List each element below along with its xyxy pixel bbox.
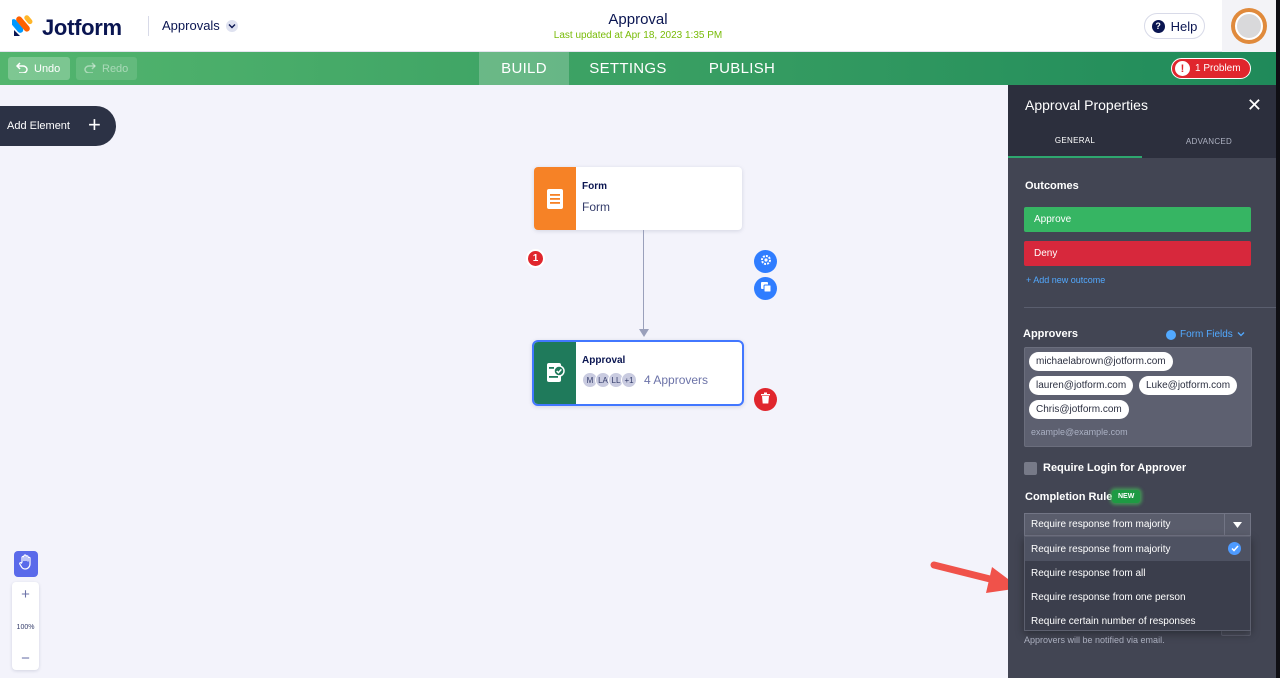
undo-icon: [15, 61, 28, 76]
undo-label: Undo: [34, 62, 61, 75]
builder-toolbar: Undo Redo BUILD SETTINGS PUBLISH ! 1 Pro…: [0, 52, 1276, 85]
form-node-subtitle: Form: [582, 200, 610, 214]
tab-advanced[interactable]: ADVANCED: [1142, 125, 1276, 158]
approver-placeholder: example@example.com: [1031, 427, 1128, 437]
connector-arrowhead: [639, 329, 649, 337]
new-badge: NEW: [1112, 490, 1141, 503]
option-all[interactable]: Require response from all: [1025, 561, 1250, 585]
panel-header: Approval Properties ✕: [1008, 85, 1276, 125]
approval-node[interactable]: Approval M LA LL +1 4 Approvers: [532, 340, 744, 406]
approval-icon: [534, 342, 576, 404]
plus-icon: +: [88, 112, 101, 137]
panel-title: Approval Properties: [1025, 97, 1148, 113]
option-label: Require response from all: [1031, 567, 1146, 579]
gear-icon: [760, 253, 772, 271]
approver-chip[interactable]: Chris@jotform.com: [1029, 400, 1129, 419]
option-label: Require response from one person: [1031, 591, 1186, 603]
pan-tool-button[interactable]: [14, 551, 38, 577]
option-label: Require response from majority: [1031, 543, 1171, 555]
properties-panel: Approval Properties ✕ GENERAL ADVANCED O…: [1008, 85, 1276, 678]
redo-label: Redo: [102, 62, 129, 75]
section-divider: [1024, 307, 1276, 308]
undo-button[interactable]: Undo: [8, 57, 70, 80]
completion-rule-value: Require response from majority: [1031, 519, 1171, 530]
panel-tabs: GENERAL ADVANCED: [1008, 125, 1276, 158]
approver-chip[interactable]: lauren@jotform.com: [1029, 376, 1134, 395]
avatar-image: [1235, 12, 1263, 40]
form-fields-dropdown[interactable]: Form Fields: [1166, 329, 1245, 340]
notify-text: Approvers will be notified via email.: [1024, 635, 1165, 645]
add-element-label: Add Element: [7, 120, 70, 132]
require-login-checkbox[interactable]: [1024, 462, 1037, 475]
add-element-button[interactable]: Add Element +: [0, 106, 116, 146]
outcome-approve[interactable]: Approve: [1024, 207, 1251, 232]
approver-avatar-more: +1: [621, 372, 637, 388]
problem-label: 1 Problem: [1195, 63, 1241, 74]
outcomes-title: Outcomes: [1025, 180, 1079, 192]
app-window: Jotform Approvals Approval Last updated …: [0, 0, 1280, 678]
caret-down-icon: [1224, 514, 1250, 535]
document-icon: [534, 167, 576, 230]
top-bar: Jotform Approvals Approval Last updated …: [0, 0, 1280, 52]
form-fields-icon: [1166, 329, 1176, 340]
approver-chip[interactable]: Luke@jotform.com: [1139, 376, 1238, 395]
zoom-out-button[interactable]: −: [21, 651, 30, 666]
zoom-level: 100%: [16, 623, 35, 631]
form-node[interactable]: Form Form: [534, 167, 742, 230]
alert-icon: !: [1175, 61, 1190, 76]
avatar-ring: [1231, 8, 1267, 44]
chevron-down-icon: [1237, 329, 1245, 340]
completion-rule-options: Require response from majority Require r…: [1024, 536, 1251, 631]
document-title: Approval: [608, 11, 668, 28]
option-majority[interactable]: Require response from majority: [1025, 537, 1250, 561]
node-delete-button[interactable]: [754, 388, 777, 411]
error-badge: 1: [526, 249, 545, 268]
tab-general[interactable]: GENERAL: [1008, 125, 1142, 158]
workflow-canvas[interactable]: Add Element + Form Form Approval M LA LL…: [0, 85, 1020, 678]
tab-publish[interactable]: PUBLISH: [700, 52, 784, 85]
node-settings-button[interactable]: [754, 250, 777, 273]
duplicate-icon: [760, 280, 772, 298]
user-avatar[interactable]: [1222, 0, 1276, 52]
problem-badge[interactable]: ! 1 Problem: [1171, 58, 1251, 79]
outcome-deny[interactable]: Deny: [1024, 241, 1251, 266]
close-icon[interactable]: ✕: [1247, 96, 1262, 114]
tab-settings[interactable]: SETTINGS: [580, 52, 676, 85]
approvers-input[interactable]: michaelabrown@jotform.com lauren@jotform…: [1024, 347, 1252, 447]
approval-node-title: Approval: [582, 355, 626, 366]
tab-build[interactable]: BUILD: [479, 52, 569, 85]
zoom-controls: + 100% −: [12, 582, 39, 670]
trash-icon: [760, 391, 771, 409]
approver-avatars: M LA LL +1 4 Approvers: [582, 372, 708, 388]
hand-icon: [19, 553, 33, 575]
option-label: Require certain number of responses: [1031, 615, 1196, 627]
check-icon: [1228, 542, 1241, 555]
approvers-title: Approvers: [1023, 328, 1079, 340]
approver-chip[interactable]: michaelabrown@jotform.com: [1029, 352, 1173, 371]
redo-button[interactable]: Redo: [76, 57, 137, 80]
redo-icon: [84, 61, 97, 76]
flow-connector: [643, 230, 644, 333]
zoom-in-button[interactable]: +: [21, 587, 30, 602]
help-label: Help: [1170, 18, 1198, 34]
add-outcome-link[interactable]: + Add new outcome: [1026, 275, 1105, 285]
help-button[interactable]: ? Help: [1144, 13, 1205, 39]
form-node-title: Form: [582, 181, 607, 192]
option-one-person[interactable]: Require response from one person: [1025, 585, 1250, 609]
question-icon: ?: [1151, 19, 1165, 33]
completion-rule-title: Completion Rule: [1025, 491, 1113, 503]
require-login-label: Require Login for Approver: [1043, 462, 1187, 474]
node-duplicate-button[interactable]: [754, 277, 777, 300]
option-certain-number[interactable]: Require certain number of responses: [1025, 609, 1250, 633]
approver-count: 4 Approvers: [644, 373, 709, 387]
last-updated-text: Last updated at Apr 18, 2023 1:35 PM: [553, 30, 723, 41]
form-fields-label: Form Fields: [1180, 329, 1233, 340]
completion-rule-select[interactable]: Require response from majority: [1024, 513, 1251, 536]
window-edge: [1276, 0, 1280, 678]
